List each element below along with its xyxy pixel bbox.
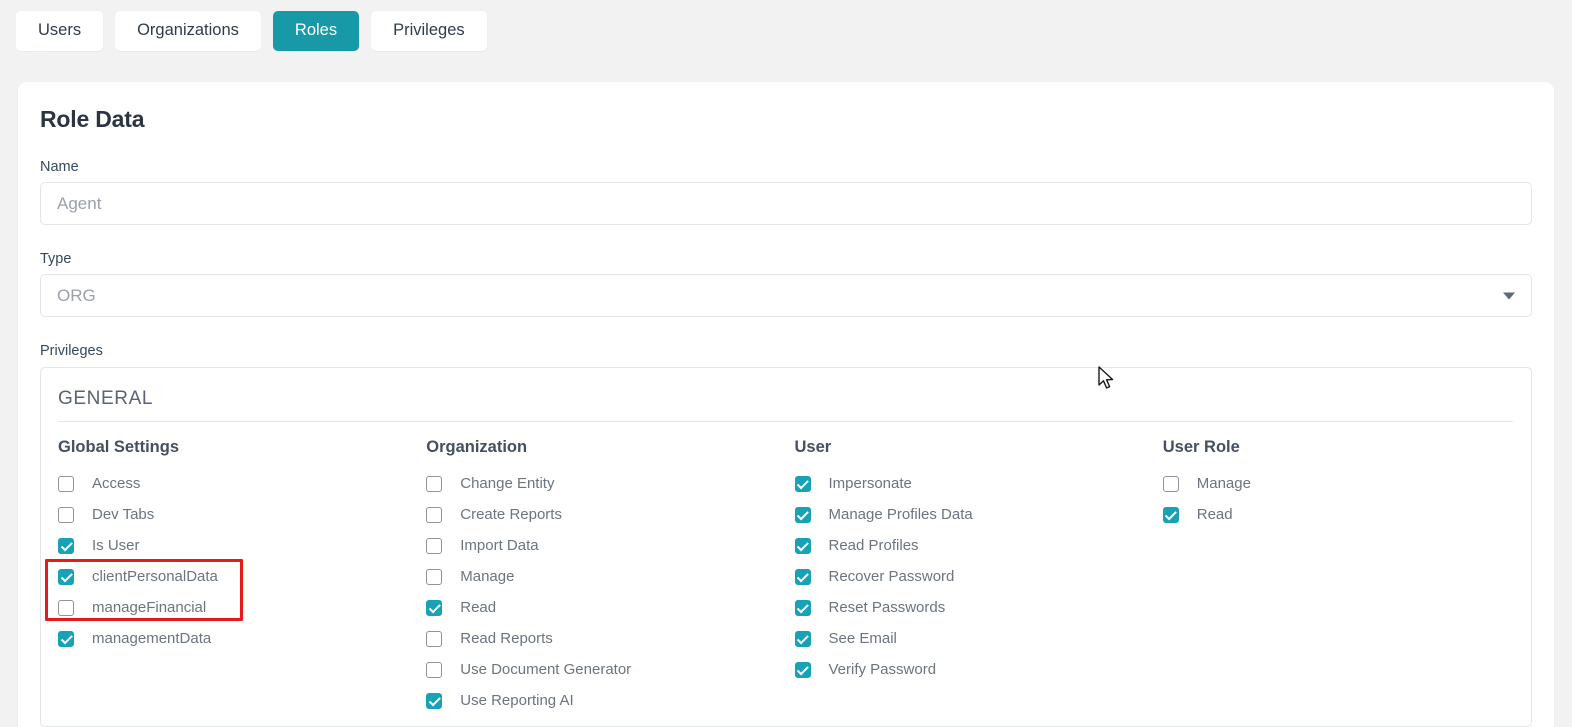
chevron-down-icon[interactable] — [1503, 292, 1515, 299]
checkbox-row[interactable]: Manage — [1162, 468, 1531, 499]
checkbox-label: Import Data — [460, 537, 539, 554]
checkbox-row[interactable]: See Email — [794, 623, 1163, 654]
checkbox-row[interactable]: manageFinancial — [58, 592, 426, 623]
checkbox-checked-icon[interactable] — [426, 599, 443, 616]
column-header: User — [794, 438, 832, 456]
privileges-block: Privileges — [40, 343, 1532, 359]
checkbox-unchecked-icon[interactable] — [426, 630, 443, 647]
checkbox-row[interactable]: Read Reports — [426, 623, 794, 654]
checkbox-label: manageFinancial — [92, 599, 207, 616]
checkbox-unchecked-icon[interactable] — [1162, 475, 1179, 492]
checkbox-checked-icon[interactable] — [794, 630, 811, 647]
checkbox-label: Is User — [92, 537, 140, 554]
checkbox-label: Reset Passwords — [828, 599, 946, 616]
checkbox-unchecked-icon[interactable] — [426, 475, 443, 492]
checkbox-label: clientPersonalData — [92, 568, 218, 585]
checkbox-label: Use Document Generator — [460, 661, 632, 678]
checkbox-checked-icon[interactable] — [794, 475, 811, 492]
checkbox-row[interactable]: clientPersonalData — [58, 561, 426, 592]
type-select[interactable]: ORG — [40, 274, 1532, 317]
checkbox-unchecked-icon[interactable] — [58, 506, 74, 523]
privileges-panel: GENERAL Global Settings Access Dev Tabs Is … — [40, 367, 1532, 727]
checkbox-label: Recover Password — [828, 568, 955, 585]
tab-organizations[interactable]: Organizations — [115, 10, 261, 51]
checkbox-unchecked-icon[interactable] — [58, 599, 74, 616]
checkbox-row[interactable]: Read — [426, 592, 794, 623]
checkbox-label: Read — [1196, 506, 1233, 523]
privilege-columns: Global Settings Access Dev Tabs Is User clie… — [58, 438, 1531, 716]
checkbox-label: Read — [460, 599, 497, 616]
checkbox-label: Read Reports — [460, 630, 553, 647]
role-data-card: Role Data Name Agent Type ORG Privileges… — [18, 82, 1554, 727]
checkbox-unchecked-icon[interactable] — [426, 537, 443, 554]
privilege-column-organization: Organization Change Entity Create Reports I… — [426, 438, 794, 716]
checkbox-label: Read Profiles — [828, 537, 919, 554]
checkbox-checked-icon[interactable] — [58, 630, 74, 647]
privilege-column-global-settings: Global Settings Access Dev Tabs Is User clie… — [58, 438, 426, 716]
checkbox-label: Access — [92, 475, 141, 492]
checkbox-unchecked-icon[interactable] — [58, 475, 74, 492]
checkbox-row[interactable]: Manage Profiles Data — [794, 499, 1163, 530]
checkbox-row[interactable]: Read — [1162, 499, 1531, 530]
checkbox-checked-icon[interactable] — [794, 661, 811, 678]
checkbox-row[interactable]: Read Profiles — [794, 530, 1163, 561]
page-title: Role Data — [40, 106, 145, 132]
privileges-label: Privileges — [40, 343, 103, 359]
checkbox-row[interactable]: managementData — [58, 623, 426, 654]
column-header: User Role — [1162, 438, 1240, 456]
checkbox-row[interactable]: Create Reports — [426, 499, 794, 530]
checkbox-checked-icon[interactable] — [58, 568, 74, 585]
tab-roles[interactable]: Roles — [272, 10, 360, 51]
checkbox-row[interactable]: Impersonate — [794, 468, 1163, 499]
checkbox-checked-icon[interactable] — [794, 568, 811, 585]
checkbox-label: Manage — [1196, 475, 1251, 492]
checkbox-row[interactable]: Is User — [58, 530, 426, 561]
privilege-column-user: User Impersonate Manage Profiles Data Read … — [794, 438, 1163, 716]
checkbox-checked-icon[interactable] — [794, 537, 811, 554]
checkbox-checked-icon[interactable] — [1162, 506, 1179, 523]
checkbox-row[interactable]: Reset Passwords — [794, 592, 1163, 623]
checkbox-row[interactable]: Dev Tabs — [58, 499, 426, 530]
checkbox-checked-icon[interactable] — [58, 537, 74, 554]
name-input-value: Agent — [57, 193, 102, 213]
name-field-block: Name Agent — [40, 159, 1532, 225]
checkbox-label: Impersonate — [828, 475, 912, 492]
checkbox-label: See Email — [828, 630, 897, 647]
type-label: Type — [40, 251, 72, 267]
checkbox-row[interactable]: Access — [58, 468, 426, 499]
checkbox-label: Dev Tabs — [92, 506, 155, 523]
name-label: Name — [40, 159, 79, 175]
column-header: Organization — [426, 438, 528, 456]
privilege-column-user-role: User Role Manage Read — [1162, 438, 1531, 716]
checkbox-label: Change Entity — [460, 475, 555, 492]
checkbox-label: Use Reporting AI — [460, 692, 574, 709]
checkbox-label: Verify Password — [828, 661, 937, 678]
checkbox-row[interactable]: Use Document Generator — [426, 654, 794, 685]
tab-users[interactable]: Users — [16, 10, 104, 51]
checkbox-label: managementData — [92, 630, 212, 647]
tab-bar: Users Organizations Roles Privileges — [0, 0, 1572, 61]
checkbox-unchecked-icon[interactable] — [426, 506, 443, 523]
checkbox-row[interactable]: Verify Password — [794, 654, 1163, 685]
checkbox-label: Manage — [460, 568, 515, 585]
column-header: Global Settings — [58, 438, 180, 456]
checkbox-checked-icon[interactable] — [426, 692, 443, 709]
checkbox-checked-icon[interactable] — [794, 506, 811, 523]
name-input[interactable]: Agent — [40, 182, 1532, 225]
checkbox-row[interactable]: Recover Password — [794, 561, 1163, 592]
tab-privileges[interactable]: Privileges — [371, 10, 487, 51]
section-header-general: GENERAL — [58, 388, 1513, 422]
checkbox-label: Manage Profiles Data — [828, 506, 973, 523]
checkbox-row[interactable]: Manage — [426, 561, 794, 592]
checkbox-unchecked-icon[interactable] — [426, 568, 443, 585]
type-select-value: ORG — [57, 285, 96, 305]
type-field-block: Type ORG — [40, 251, 1532, 317]
checkbox-row[interactable]: Change Entity — [426, 468, 794, 499]
checkbox-row[interactable]: Use Reporting AI — [426, 685, 794, 716]
checkbox-checked-icon[interactable] — [794, 599, 811, 616]
checkbox-label: Create Reports — [460, 506, 562, 523]
checkbox-unchecked-icon[interactable] — [426, 661, 443, 678]
checkbox-row[interactable]: Import Data — [426, 530, 794, 561]
